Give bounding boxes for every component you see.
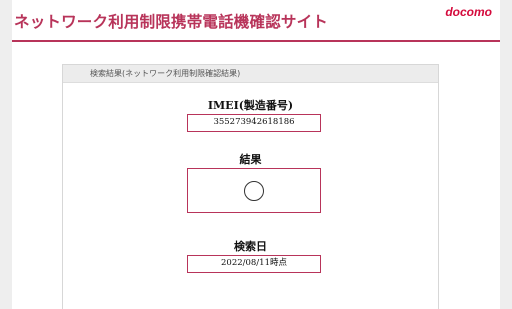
site-header: ネットワーク利用制限携帯電話機確認サイト docomo bbox=[12, 0, 500, 42]
circle-mark-icon bbox=[244, 181, 264, 201]
imei-label: IMEI(製造番号) bbox=[207, 99, 294, 112]
search-date-value: 2022/08/11時点 bbox=[187, 255, 321, 273]
result-box bbox=[187, 168, 321, 213]
site-title: ネットワーク利用制限携帯電話機確認サイト bbox=[14, 13, 329, 31]
search-date-label: 検索日 bbox=[234, 240, 267, 253]
docomo-logo[interactable]: docomo bbox=[445, 5, 492, 19]
search-result-panel: 検索結果(ネットワーク利用制限確認結果) IMEI(製造番号) 35527394… bbox=[62, 64, 439, 309]
result-label: 結果 bbox=[239, 153, 262, 166]
panel-heading: 検索結果(ネットワーク利用制限確認結果) bbox=[63, 65, 438, 83]
imei-value: 355273942618186 bbox=[187, 114, 321, 132]
